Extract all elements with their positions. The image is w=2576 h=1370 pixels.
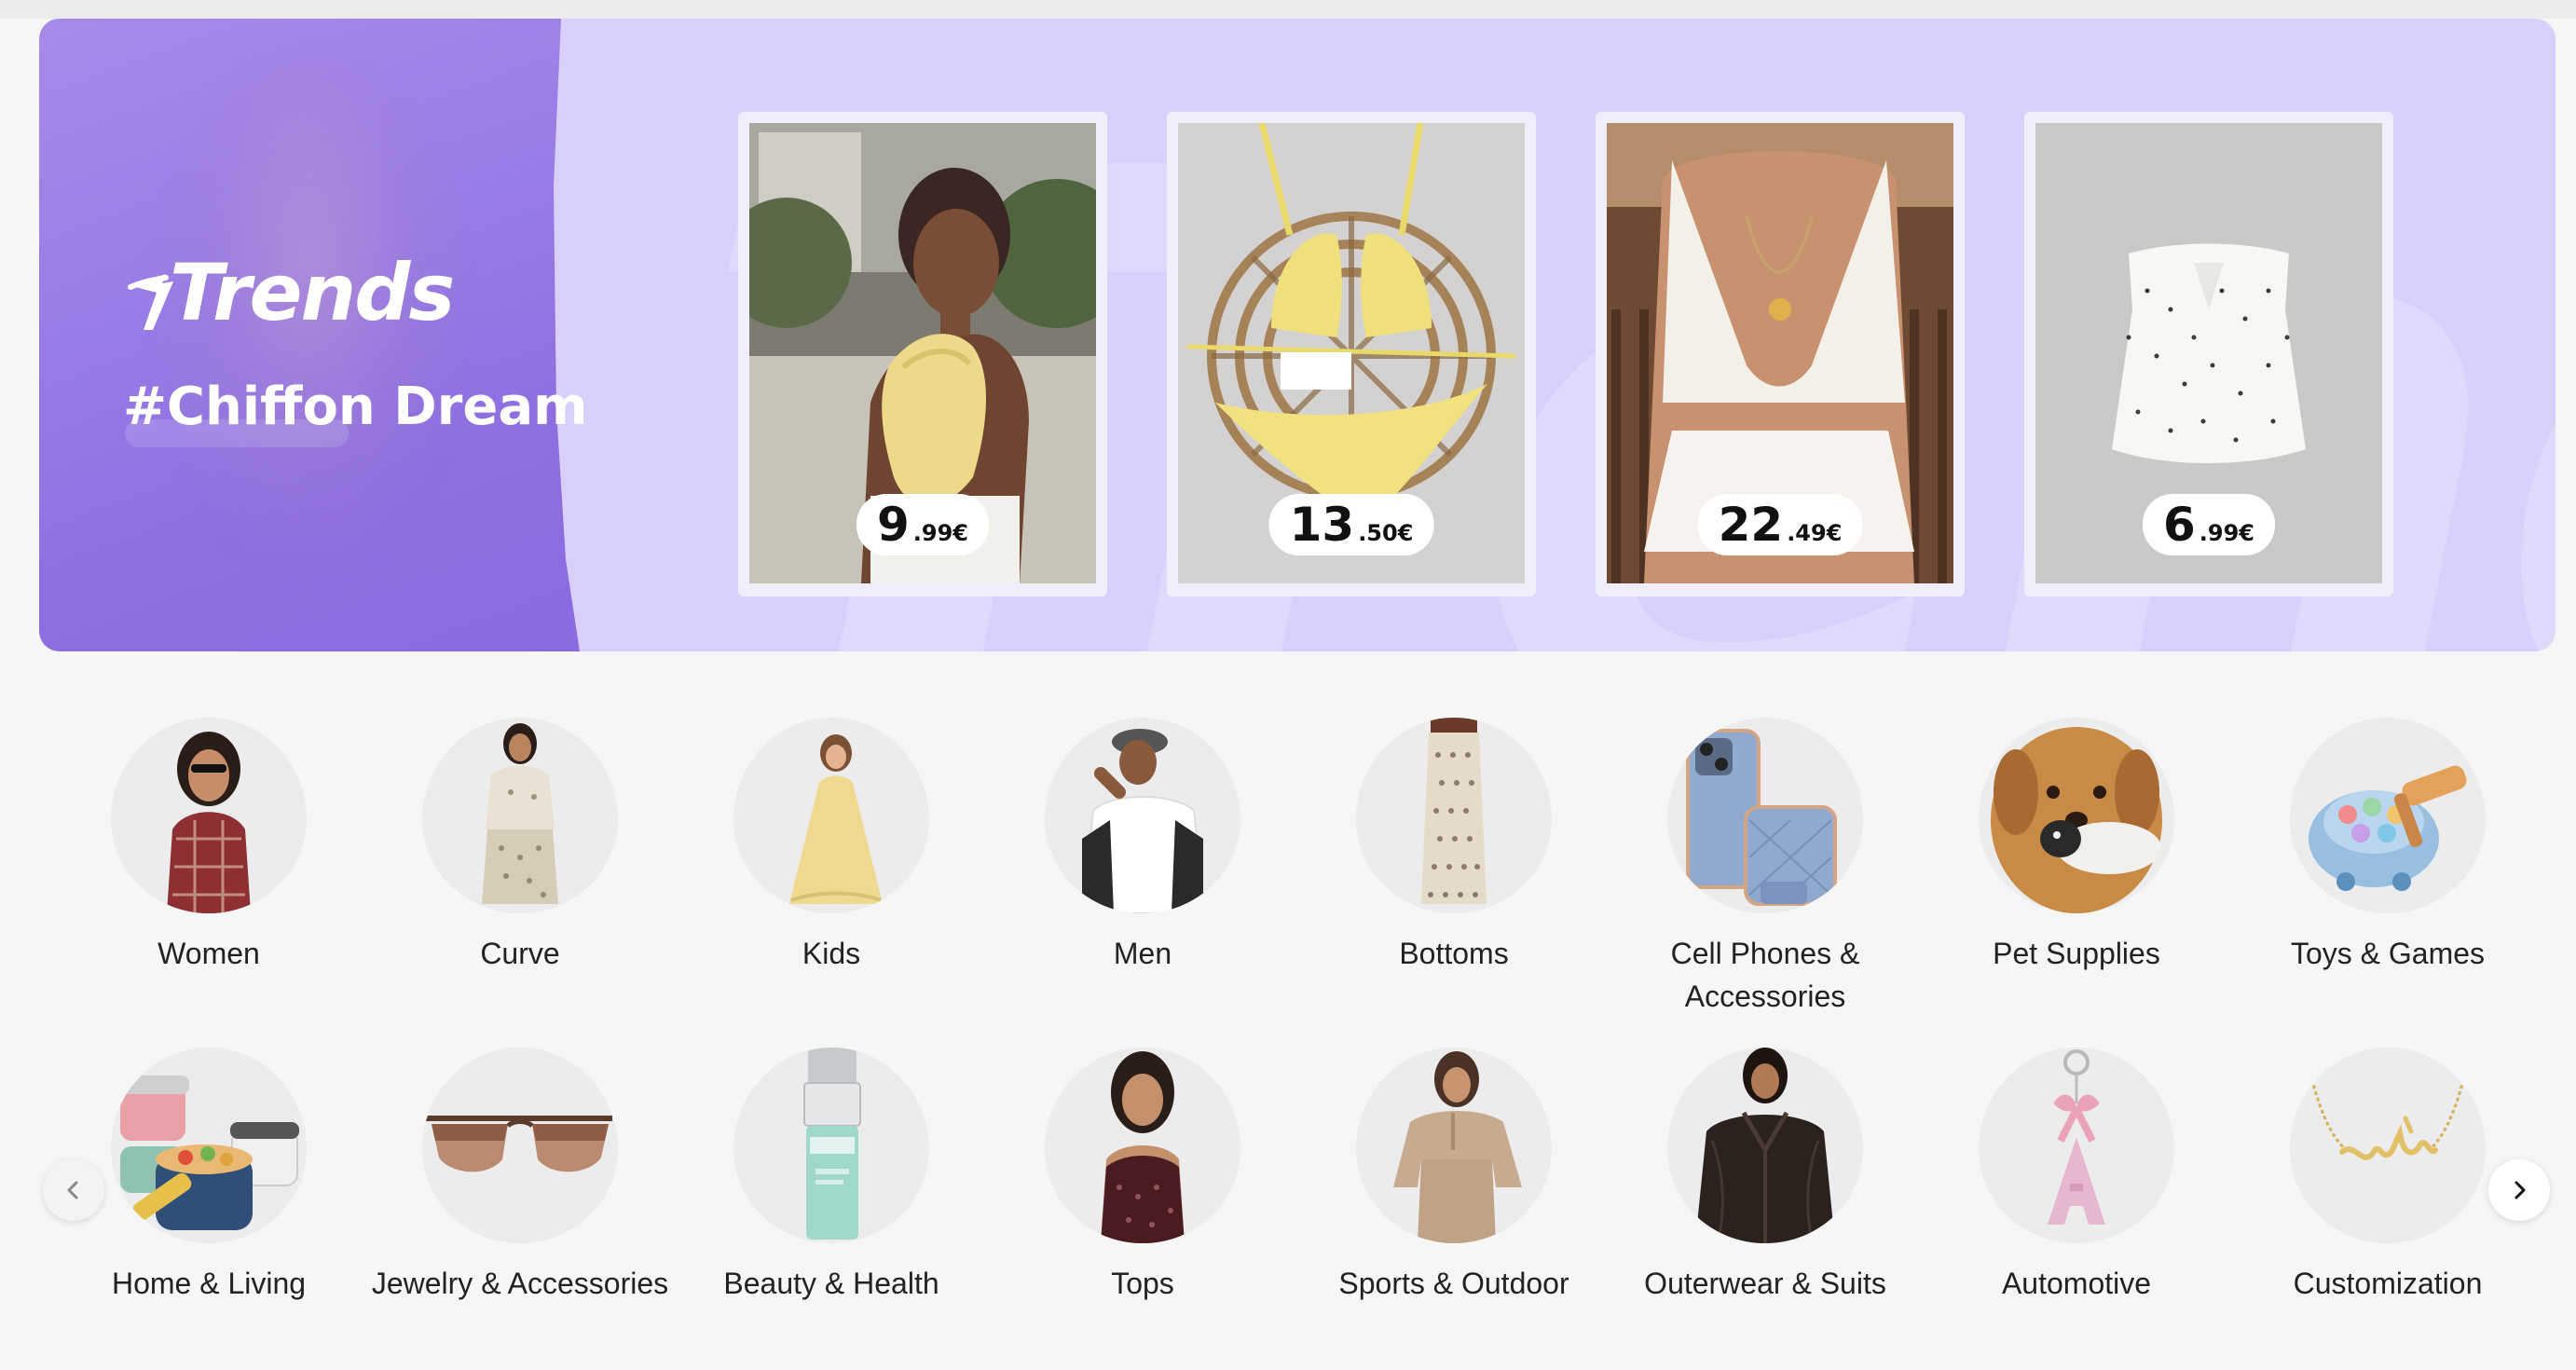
category-sports-outdoor[interactable]: Sports & Outdoor	[1298, 1048, 1610, 1305]
category-label: Tops	[1111, 1267, 1174, 1300]
phone-case-icon[interactable]	[1667, 718, 1863, 913]
category-tops[interactable]: Tops	[987, 1048, 1298, 1305]
banner-hashtag[interactable]: #Chiffon Dream	[123, 377, 588, 437]
price-decimal: .99€	[912, 520, 969, 546]
category-label: Outerwear & Suits	[1644, 1267, 1886, 1300]
price-integer: 9	[876, 498, 910, 552]
category-label: Beauty & Health	[723, 1267, 939, 1300]
toy-icon[interactable]	[2290, 718, 2486, 913]
category-women[interactable]: Women	[53, 718, 364, 975]
product-image[interactable]: 9 .99€	[749, 123, 1096, 583]
product-image[interactable]: 22 .49€	[1607, 123, 1953, 583]
price-decimal: .99€	[2199, 520, 2255, 546]
product-card[interactable]: 6 .99€	[2024, 112, 2393, 596]
men-icon[interactable]	[1045, 718, 1240, 913]
sweatsuit-icon[interactable]	[1356, 1048, 1552, 1243]
price-integer: 13	[1289, 498, 1355, 552]
sunglasses-icon[interactable]	[422, 1048, 618, 1243]
category-outerwear[interactable]: Outerwear & Suits	[1610, 1048, 1921, 1305]
price-tag: 6 .99€	[2142, 494, 2276, 555]
page: Trends Trends #Chiffon Dream	[0, 0, 2576, 1370]
category-label: Customization	[2293, 1267, 2483, 1300]
category-automotive[interactable]: Automotive	[1921, 1048, 2232, 1305]
category-beauty-health[interactable]: Beauty & Health	[676, 1048, 987, 1305]
carousel-prev-button[interactable]	[43, 1159, 104, 1221]
bottoms-icon[interactable]	[1356, 718, 1552, 913]
price-decimal: .49€	[1787, 520, 1843, 546]
category-label: Home & Living	[111, 1267, 307, 1300]
category-label: Automotive	[2001, 1267, 2152, 1300]
price-integer: 22	[1718, 498, 1784, 552]
food-container-icon[interactable]	[111, 1048, 307, 1243]
leather-jacket-icon[interactable]	[1667, 1048, 1863, 1243]
category-label: Curve	[480, 937, 560, 970]
category-label: Cell Phones & Accessories	[1670, 937, 1860, 1013]
product-card[interactable]: 22 .49€	[1596, 112, 1965, 596]
price-integer: 6	[2162, 498, 2196, 552]
product-card[interactable]: 9 .99€	[738, 112, 1107, 596]
trends-logo: Trends	[125, 239, 455, 338]
kids-icon[interactable]	[733, 718, 929, 913]
category-label: Pet Supplies	[1993, 937, 2160, 970]
name-necklace-icon[interactable]	[2290, 1048, 2486, 1243]
trends-logo-text: Trends	[170, 247, 455, 338]
price-tag: 9 .99€	[856, 494, 990, 555]
top-strip	[0, 0, 2576, 19]
chevron-right-icon	[2514, 1181, 2526, 1199]
serum-bottle-icon[interactable]	[733, 1048, 929, 1243]
price-tag: 13 .50€	[1268, 494, 1434, 555]
category-label: Toys & Games	[2290, 937, 2486, 970]
dog-icon[interactable]	[1979, 718, 2174, 913]
category-bottoms[interactable]: Bottoms	[1298, 718, 1610, 975]
category-jewelry[interactable]: Jewelry & Accessories	[364, 1048, 676, 1305]
category-label: Men	[1113, 937, 1172, 970]
category-curve[interactable]: Curve	[364, 718, 676, 975]
carousel-next-button[interactable]	[2488, 1159, 2550, 1221]
product-image[interactable]: 13 .50€	[1178, 123, 1525, 583]
chevron-left-icon	[67, 1181, 78, 1199]
category-cell-phones[interactable]: Cell Phones & Accessories	[1610, 718, 1921, 1018]
letter-keychain-icon[interactable]	[1979, 1048, 2174, 1243]
category-pet-supplies[interactable]: Pet Supplies	[1921, 718, 2232, 975]
curve-icon[interactable]	[422, 718, 618, 913]
category-toys-games[interactable]: Toys & Games	[2232, 718, 2543, 975]
product-image[interactable]: 6 .99€	[2035, 123, 2382, 583]
category-label: Women	[158, 937, 260, 970]
category-kids[interactable]: Kids	[676, 718, 987, 975]
category-label: Kids	[802, 937, 861, 970]
category-men[interactable]: Men	[987, 718, 1298, 975]
product-card[interactable]: 13 .50€	[1167, 112, 1536, 596]
price-tag: 22 .49€	[1697, 494, 1863, 555]
trends-banner[interactable]: Trends Trends #Chiffon Dream	[39, 19, 2555, 651]
category-label: Jewelry & Accessories	[371, 1267, 669, 1300]
category-label: Bottoms	[1399, 937, 1509, 970]
price-decimal: .50€	[1358, 520, 1414, 546]
category-label: Sports & Outdoor	[1338, 1267, 1569, 1300]
tops-icon[interactable]	[1045, 1048, 1240, 1243]
women-icon[interactable]	[111, 718, 307, 913]
